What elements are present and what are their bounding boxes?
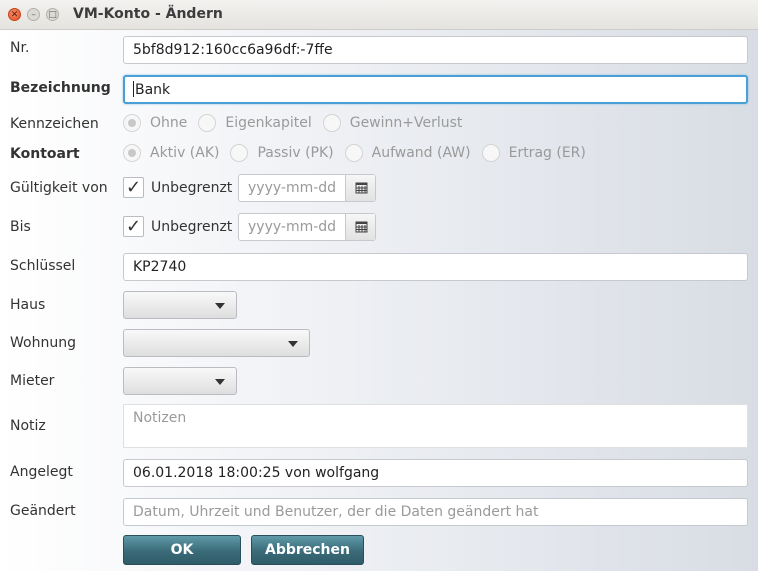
text-caret: [133, 81, 134, 97]
angelegt-field[interactable]: 06.01.2018 18:00:25 von wolfgang: [123, 459, 748, 487]
radio-button[interactable]: [123, 144, 141, 162]
radio-button[interactable]: [322, 114, 341, 132]
calendar-button[interactable]: [345, 175, 375, 201]
window-title: VM-Konto - Ändern: [73, 6, 223, 22]
chevron-down-icon: [215, 303, 225, 309]
bis-date-picker[interactable]: yyyy-mm-dd: [238, 213, 376, 241]
calendar-icon: [355, 221, 368, 233]
radio-label: Passiv (PK): [257, 145, 334, 161]
gueltigkeit-von-label: Gültigkeit von: [10, 180, 108, 196]
radio-option-ertrag[interactable]: Ertrag (ER): [481, 144, 586, 162]
mieter-label: Mieter: [10, 373, 55, 389]
haus-label: Haus: [10, 297, 46, 313]
kontoart-label: Kontoart: [10, 146, 80, 162]
schluessel-field[interactable]: KP2740: [123, 253, 748, 281]
bis-label: Bis: [10, 219, 31, 235]
radio-button[interactable]: [344, 144, 363, 162]
notiz-textarea[interactable]: Notizen: [123, 404, 748, 448]
radio-label: Aufwand (AW): [371, 145, 471, 161]
maximize-icon[interactable]: □: [46, 8, 59, 21]
radio-button[interactable]: [230, 144, 249, 162]
gueltigkeit-unbegrenzt-label: Unbegrenzt: [151, 180, 233, 196]
bezeichnung-label: Bezeichnung: [10, 80, 111, 96]
kontoart-radio-group: Aktiv (AK) Passiv (PK) Aufwand (AW) Ertr…: [123, 144, 597, 162]
date-input[interactable]: yyyy-mm-dd: [248, 180, 344, 196]
radio-option-gewinn-verlust[interactable]: Gewinn+Verlust: [322, 114, 463, 132]
radio-option-aufwand[interactable]: Aufwand (AW): [344, 144, 471, 162]
haus-dropdown[interactable]: [123, 291, 237, 319]
radio-label: Ertrag (ER): [508, 145, 586, 161]
gueltigkeit-von-date-picker[interactable]: yyyy-mm-dd: [238, 174, 376, 202]
bis-unbegrenzt-label: Unbegrenzt: [151, 219, 233, 235]
calendar-button[interactable]: [345, 214, 375, 240]
chevron-down-icon: [215, 379, 225, 385]
cancel-button[interactable]: Abbrechen: [251, 535, 364, 565]
radio-button[interactable]: [123, 114, 141, 132]
radio-option-passiv[interactable]: Passiv (PK): [230, 144, 334, 162]
angelegt-label: Angelegt: [10, 464, 73, 480]
radio-label: Aktiv (AK): [150, 145, 220, 161]
radio-button[interactable]: [198, 114, 217, 132]
mieter-dropdown[interactable]: [123, 367, 237, 395]
radio-button[interactable]: [481, 144, 500, 162]
ok-button[interactable]: OK: [123, 535, 241, 565]
bis-unbegrenzt-checkbox[interactable]: ✓: [123, 216, 144, 237]
geaendert-label: Geändert: [10, 503, 76, 519]
chevron-down-icon: [288, 341, 298, 347]
wohnung-dropdown[interactable]: [123, 329, 310, 357]
calendar-icon: [355, 182, 368, 194]
notiz-label: Notiz: [10, 418, 46, 434]
nr-field[interactable]: 5bf8d912:160cc6a96df:-7ffe: [123, 36, 748, 64]
title-bar: ✕ – □ VM-Konto - Ändern: [0, 0, 758, 30]
date-input[interactable]: yyyy-mm-dd: [248, 219, 344, 235]
radio-option-aktiv[interactable]: Aktiv (AK): [123, 144, 219, 162]
radio-label: Ohne: [150, 115, 188, 131]
bezeichnung-field[interactable]: Bank: [123, 75, 748, 104]
geaendert-placeholder: Datum, Uhrzeit und Benutzer, der die Dat…: [133, 504, 539, 520]
kennzeichen-label: Kennzeichen: [10, 116, 99, 132]
minimize-icon[interactable]: –: [27, 8, 40, 21]
form-panel: Nr. 5bf8d912:160cc6a96df:-7ffe Bezeichnu…: [0, 30, 758, 571]
gueltigkeit-unbegrenzt-checkbox[interactable]: ✓: [123, 177, 144, 198]
close-icon[interactable]: ✕: [8, 8, 21, 21]
radio-option-eigenkapitel[interactable]: Eigenkapitel: [198, 114, 312, 132]
radio-label: Eigenkapitel: [225, 115, 312, 131]
radio-label: Gewinn+Verlust: [349, 115, 463, 131]
radio-option-ohne[interactable]: Ohne: [123, 114, 187, 132]
schluessel-label: Schlüssel: [10, 258, 76, 274]
nr-label: Nr.: [10, 40, 30, 56]
bezeichnung-value: Bank: [135, 82, 171, 98]
kennzeichen-radio-group: Ohne Eigenkapitel Gewinn+Verlust: [123, 114, 473, 132]
wohnung-label: Wohnung: [10, 335, 76, 351]
geaendert-field[interactable]: Datum, Uhrzeit und Benutzer, der die Dat…: [123, 498, 748, 526]
